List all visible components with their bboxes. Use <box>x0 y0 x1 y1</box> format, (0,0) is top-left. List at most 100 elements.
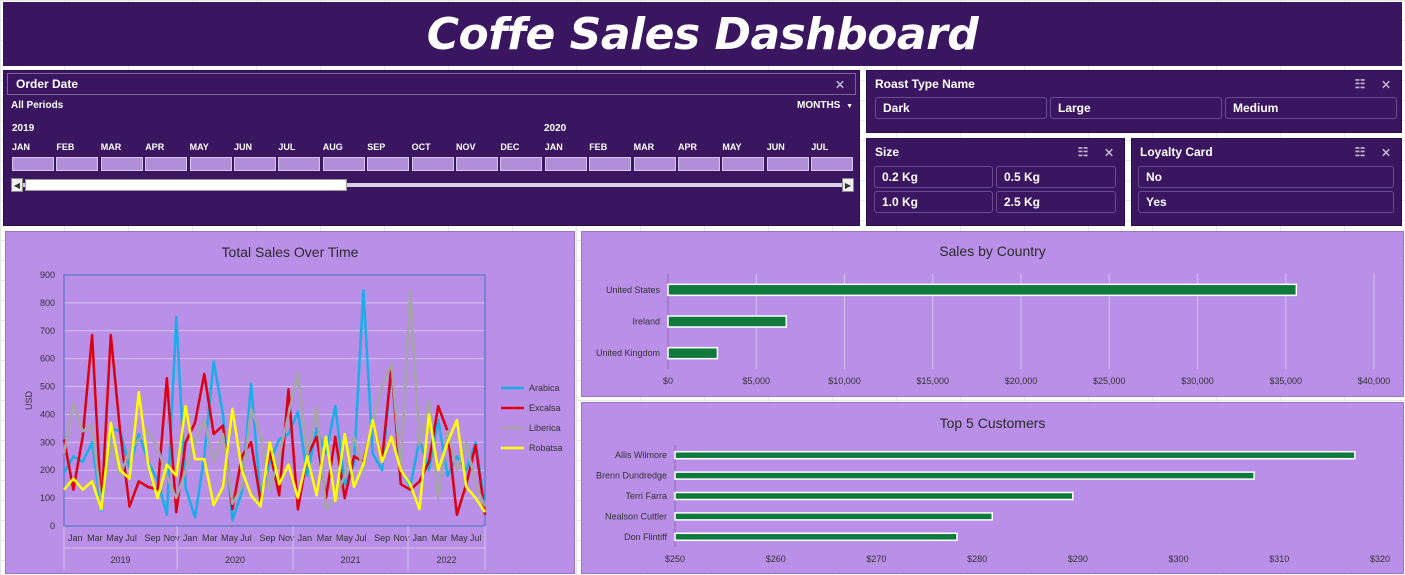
multi-select-icon[interactable]: ☷ <box>1076 145 1090 159</box>
bar <box>674 512 993 521</box>
y-tick-label: 300 <box>40 437 55 447</box>
y-tick-label: 200 <box>40 465 55 475</box>
timeline-month-cell[interactable] <box>811 157 854 171</box>
x-tick-label: Sep <box>145 533 161 543</box>
y-tick-label: 100 <box>40 493 55 503</box>
x-tick-label: Jul <box>355 533 367 543</box>
timeline-header: Order Date ⨯ <box>7 73 856 95</box>
x-tick-label: May <box>336 533 354 543</box>
line-chart-svg: 0100200300400500600700800900USDJan Mar May… <box>24 270 563 570</box>
x-tick-label: Sep <box>259 533 275 543</box>
y-axis-label: USD <box>24 391 34 411</box>
multi-select-icon[interactable]: ☷ <box>1353 145 1367 159</box>
timeline-month-label: FEB <box>589 142 608 152</box>
timeline-title: Order Date <box>16 77 79 91</box>
slicer-item-no[interactable]: No <box>1138 166 1394 188</box>
slicer-item-dark[interactable]: Dark <box>875 97 1047 119</box>
timeline-month-label: APR <box>145 142 165 152</box>
x-tick-label: Jan <box>298 533 313 543</box>
timeline-month-cell[interactable] <box>678 157 720 171</box>
x-tick-label: $0 <box>663 376 673 386</box>
category-label: Don Flintiff <box>624 532 667 542</box>
x-tick-label: Nov <box>393 533 410 543</box>
timeline-month-cell[interactable] <box>456 157 498 171</box>
timeline-month-cell[interactable] <box>367 157 410 171</box>
country-chart-svg: $0 $5,000 $10,000 $15,000 $20,000 $25,000 $30,… <box>596 274 1391 386</box>
slicer-item-large[interactable]: Large <box>1050 97 1222 119</box>
timeline-month-cell[interactable] <box>12 157 54 171</box>
x-year-label: 2019 <box>110 555 130 565</box>
legend-label: Arabica <box>529 383 560 393</box>
clear-filter-icon[interactable]: ⨯ <box>1102 145 1116 159</box>
roast-slicer-header: Roast Type Name ☷ ⨯ <box>867 72 1401 96</box>
legend-label: Robatsa <box>529 443 563 453</box>
y-tick-label: 800 <box>40 298 55 308</box>
timeline-month-cell[interactable] <box>589 157 632 171</box>
slicer-item-medium[interactable]: Medium <box>1225 97 1397 119</box>
category-label: Allis Wilmore <box>615 450 667 460</box>
x-tick-label: $250 <box>665 554 685 564</box>
y-tick-label: 900 <box>40 270 55 280</box>
slicer-item-2-5kg[interactable]: 2.5 Kg <box>996 191 1116 213</box>
top-customers-chart[interactable]: Top 5 Customers $250 $260 $270 $280 $290 $300… <box>581 402 1404 574</box>
category-label: Brenn Dundredge <box>596 471 667 481</box>
timeline-month-cell[interactable] <box>56 157 99 171</box>
category-label: Ireland <box>632 317 660 327</box>
timeline-month-label: JUN <box>234 142 253 152</box>
timeline-month-cell[interactable] <box>411 157 454 171</box>
x-tick-label: $30,000 <box>1181 376 1214 386</box>
x-tick-label: $300 <box>1169 554 1189 564</box>
timeline-month-cell[interactable] <box>500 157 543 171</box>
timeline-level-dropdown[interactable]: MONTHS ▼ <box>797 100 853 111</box>
timeline-month-cell[interactable] <box>100 157 143 171</box>
size-slicer-header: Size ☷ ⨯ <box>867 140 1124 164</box>
timeline-month-cell[interactable] <box>544 157 587 171</box>
sales-by-country-chart[interactable]: Sales by Country $0 $5,000 $10,000 $15,000 $… <box>581 231 1404 397</box>
timeline-month-label: OCT <box>411 142 431 152</box>
category-label: United Kingdom <box>596 348 660 358</box>
size-slicer[interactable]: Size ☷ ⨯ 0.2 Kg 0.5 Kg 1.0 Kg 2.5 Kg <box>866 138 1125 226</box>
timeline-month-label: NOV <box>456 142 476 152</box>
title-banner: Coffe Sales Dashboard <box>3 2 1402 66</box>
order-date-timeline[interactable]: Order Date ⨯ All Periods MONTHS ▼ 2019 2… <box>3 70 860 226</box>
x-tick-label: $20,000 <box>1005 376 1038 386</box>
chevron-down-icon: ▼ <box>846 103 854 110</box>
slicer-item-yes[interactable]: Yes <box>1138 191 1394 213</box>
roast-type-slicer[interactable]: Roast Type Name ☷ ⨯ Dark Large Medium <box>866 70 1402 133</box>
timeline-scrollbar[interactable]: ◀ ▶ <box>11 178 854 192</box>
scroll-right-icon[interactable]: ▶ <box>842 178 854 192</box>
timeline-month-cell[interactable] <box>278 157 321 171</box>
scroll-left-icon[interactable]: ◀ <box>11 178 23 192</box>
timeline-month-cell[interactable] <box>189 157 232 171</box>
clear-filter-icon[interactable]: ⨯ <box>1379 77 1393 91</box>
legend-label: Liberica <box>529 423 561 433</box>
bar <box>667 346 719 360</box>
x-tick-label: $260 <box>766 554 786 564</box>
x-tick-label: May <box>221 533 239 543</box>
timeline-month-cell[interactable] <box>766 157 809 171</box>
timeline-month-cell[interactable] <box>633 157 676 171</box>
slicer-item-0-5kg[interactable]: 0.5 Kg <box>996 166 1116 188</box>
timeline-month-label: JUL <box>811 142 829 152</box>
timeline-scroll-thumb[interactable] <box>25 179 347 191</box>
clear-filter-icon[interactable]: ⨯ <box>1379 145 1393 159</box>
x-tick-label: Jan <box>412 533 427 543</box>
timeline-month-cell[interactable] <box>322 157 365 171</box>
x-tick-label: Mar <box>87 533 103 543</box>
slicer-item-0-2kg[interactable]: 0.2 Kg <box>874 166 993 188</box>
dashboard-title: Coffe Sales Dashboard <box>426 8 979 60</box>
x-tick-label: $40,000 <box>1358 376 1391 386</box>
timeline-month-cell[interactable] <box>722 157 765 171</box>
multi-select-icon[interactable]: ☷ <box>1353 77 1367 91</box>
total-sales-chart[interactable]: Total Sales Over Time 0 100 200 300 400 500 60… <box>5 231 575 574</box>
timeline-month-cell[interactable] <box>234 157 276 171</box>
loyalty-slicer-title: Loyalty Card <box>1140 145 1213 159</box>
x-tick-label: May <box>451 533 469 543</box>
x-tick-label: Jan <box>183 533 198 543</box>
timeline-month-cell[interactable] <box>145 157 188 171</box>
loyalty-card-slicer[interactable]: Loyalty Card ☷ ⨯ No Yes <box>1131 138 1402 226</box>
clear-filter-icon[interactable]: ⨯ <box>833 77 847 91</box>
y-tick-label: 600 <box>40 354 55 364</box>
slicer-item-1-0kg[interactable]: 1.0 Kg <box>874 191 993 213</box>
customers-chart-svg: $250 $260 $270 $280 $290 $300 $310 $320 Allis Wi… <box>596 445 1390 564</box>
